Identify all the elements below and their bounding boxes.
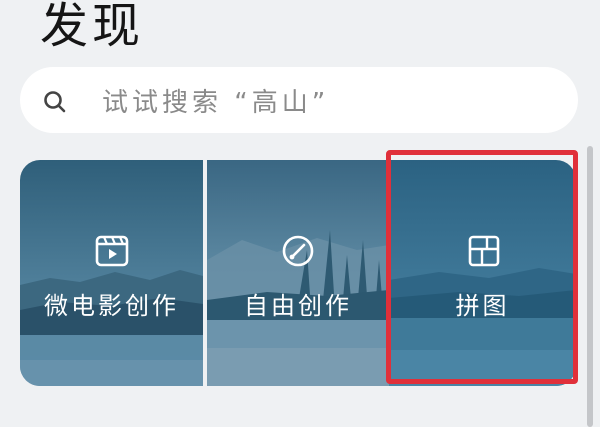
free-creation-card[interactable]: 自由创作	[207, 160, 389, 386]
brush-icon	[282, 235, 314, 267]
landscape-image	[20, 160, 203, 386]
page-title: 发现	[40, 0, 145, 54]
landscape-image	[207, 160, 389, 386]
discover-page: 发现 试试搜索 “高山” 微电影创作 自由创作 拼图	[0, 0, 600, 427]
card-label: 拼图	[455, 292, 510, 320]
scrollbar[interactable]	[587, 146, 593, 427]
card-label: 自由创作	[244, 292, 352, 320]
landscape-image	[389, 160, 576, 386]
search-placeholder: 试试搜索 “高山”	[102, 88, 330, 118]
card-label: 微电影创作	[44, 292, 179, 320]
micro-film-card[interactable]: 微电影创作	[20, 160, 203, 386]
collage-card[interactable]: 拼图	[389, 160, 576, 386]
collage-icon	[468, 235, 500, 267]
search-bar[interactable]: 试试搜索 “高山”	[20, 67, 578, 133]
search-icon	[44, 91, 66, 113]
film-icon	[95, 235, 129, 267]
